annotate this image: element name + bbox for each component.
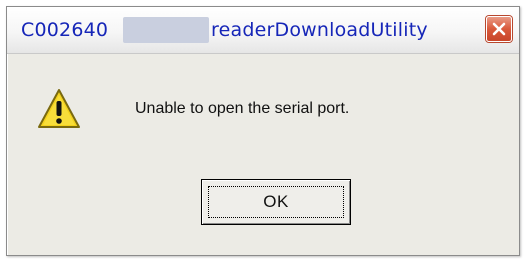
window-title-prefix: C002640	[21, 19, 109, 41]
close-button[interactable]	[486, 16, 512, 42]
error-message: Unable to open the serial port.	[135, 100, 350, 117]
ok-button[interactable]: OK	[201, 179, 351, 225]
window-title-app: readerDownloadUtility	[211, 19, 428, 41]
warning-icon	[38, 89, 80, 128]
redacted-title-segment	[123, 17, 209, 43]
message-dialog: C002640 readerDownloadUtility Unable to …	[6, 6, 520, 256]
title-bar[interactable]: C002640 readerDownloadUtility	[7, 7, 519, 54]
close-icon	[492, 22, 506, 36]
focus-rectangle: OK	[208, 186, 344, 218]
ok-button-label: OK	[263, 192, 289, 211]
